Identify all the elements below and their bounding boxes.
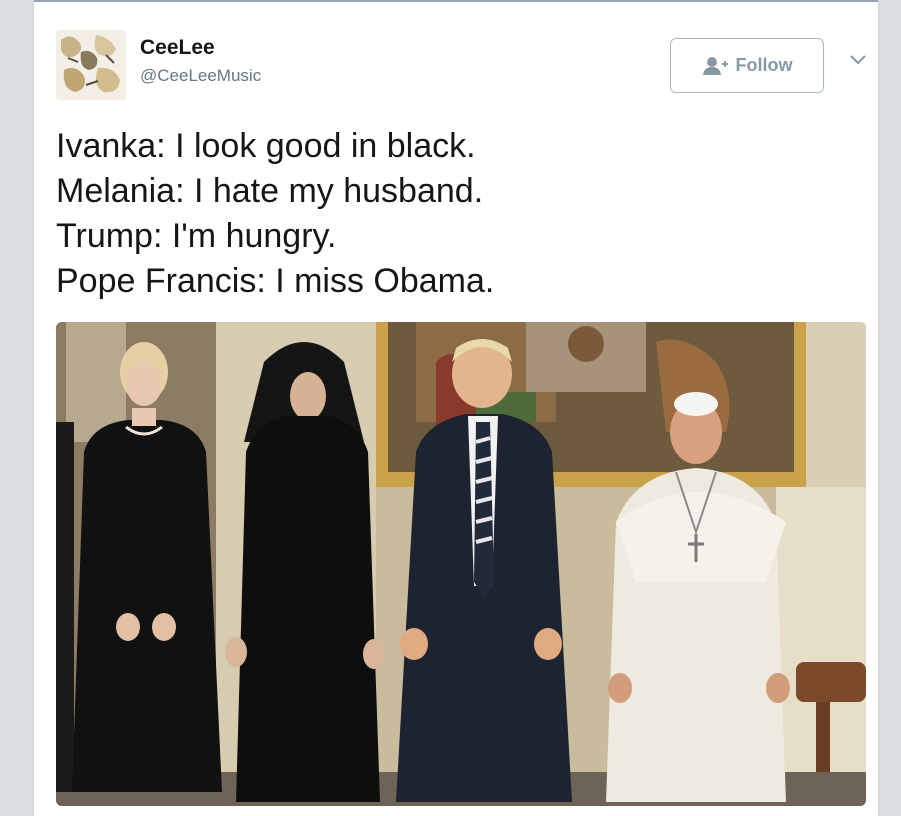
tweet-photo[interactable]: [56, 322, 866, 806]
avatar[interactable]: [56, 30, 126, 100]
tweet-line: Pope Francis: I miss Obama.: [56, 262, 495, 300]
tweet-text: Ivanka: I look good in black. Melania: I…: [56, 124, 856, 304]
add-user-icon: [702, 55, 728, 77]
top-divider: [34, 0, 878, 2]
tweet-line: Melania: I hate my husband.: [56, 172, 484, 210]
photo-image: [56, 322, 866, 806]
tweet-line: Ivanka: I look good in black.: [56, 127, 476, 165]
avatar-image: [56, 30, 126, 100]
tweet-line: Trump: I'm hungry.: [56, 217, 337, 255]
follow-button[interactable]: Follow: [670, 38, 824, 93]
chevron-down-icon[interactable]: [848, 52, 868, 68]
tweet-card: CeeLee @CeeLeeMusic Follow Ivanka: I loo…: [33, 0, 879, 816]
user-handle[interactable]: @CeeLeeMusic: [140, 66, 261, 86]
page-background: CeeLee @CeeLeeMusic Follow Ivanka: I loo…: [0, 0, 901, 816]
follow-label: Follow: [735, 55, 793, 75]
display-name[interactable]: CeeLee: [140, 36, 215, 60]
